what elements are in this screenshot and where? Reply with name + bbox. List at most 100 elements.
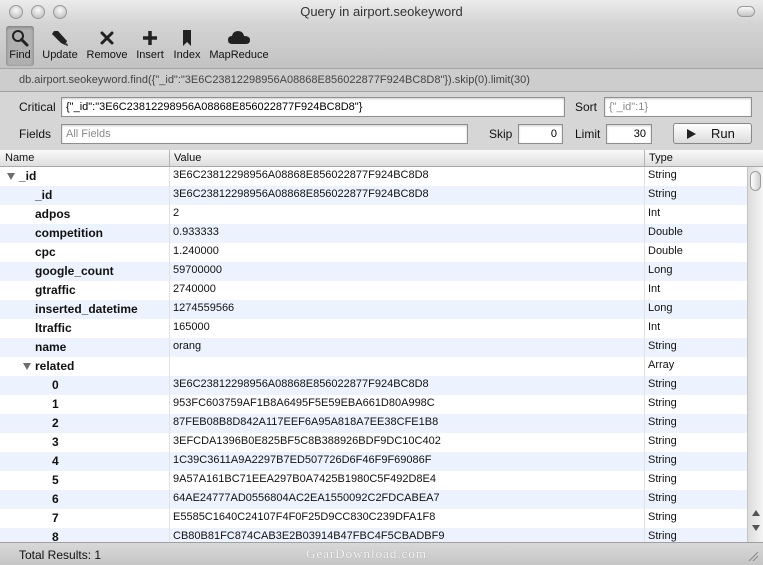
remove-label: Remove	[86, 49, 128, 61]
cell-divider	[644, 186, 645, 205]
minimize-window-button[interactable]	[31, 5, 45, 19]
mapreduce-button[interactable]: MapReduce	[208, 26, 270, 66]
row-name: _id	[19, 169, 37, 183]
remove-button[interactable]: Remove	[86, 26, 128, 66]
row-type: Array	[648, 359, 675, 371]
table-row[interactable]: 8 CB80B81FC874CAB3E2B03914B47FBC4F5CBADBF…	[0, 528, 747, 542]
scroll-down-arrow-icon[interactable]	[752, 525, 760, 531]
table-row[interactable]: 5 9A57A161BC71EEA297B0A7425B1980C5F492D8E…	[0, 471, 747, 490]
limit-input[interactable]	[606, 124, 652, 144]
row-name: 2	[52, 416, 59, 430]
row-name: 0	[52, 378, 59, 392]
table-row[interactable]: 1 953FC603759AF1B8A6495F5E59EBA661D80A998…	[0, 395, 747, 414]
row-type: String	[648, 397, 677, 409]
disclosure-triangle-icon[interactable]	[23, 363, 31, 370]
type-column-header[interactable]: Type	[649, 150, 673, 166]
close-window-button[interactable]	[9, 5, 23, 19]
row-type: String	[648, 188, 677, 200]
row-name: ltraffic	[35, 321, 72, 335]
mapreduce-label: MapReduce	[209, 49, 269, 61]
cell-divider	[169, 224, 170, 243]
table-row[interactable]: adpos 2 Int	[0, 205, 747, 224]
table-row[interactable]: 6 64AE24777AD0556804AC2EA1550092C2FDCABEA…	[0, 490, 747, 509]
cell-divider	[169, 414, 170, 433]
row-name: _id	[35, 188, 53, 202]
cell-divider	[169, 281, 170, 300]
critical-input[interactable]	[61, 97, 565, 117]
cell-divider	[644, 243, 645, 262]
table-row[interactable]: 0 3E6C23812298956A08868E856022877F924BC8D…	[0, 376, 747, 395]
toolbar-toggle-button[interactable]	[737, 6, 755, 17]
table-row[interactable]: related Array	[0, 357, 747, 376]
table-row[interactable]: google_count 59700000 Long	[0, 262, 747, 281]
row-type: Int	[648, 283, 661, 295]
critical-label: Critical	[19, 100, 56, 114]
column-divider[interactable]	[169, 150, 170, 166]
total-results: Total Results: 1	[19, 548, 102, 562]
cell-divider	[169, 243, 170, 262]
row-type: String	[648, 473, 677, 485]
sort-input[interactable]	[604, 97, 752, 117]
row-name: 6	[52, 492, 59, 506]
cloud-icon	[228, 31, 250, 44]
table-header: Name Value Type	[0, 150, 763, 167]
disclosure-triangle-icon[interactable]	[7, 173, 15, 180]
cell-divider	[644, 395, 645, 414]
query-string-display: db.airport.seokeyword.find({"_id":"3E6C2…	[0, 68, 763, 92]
index-button[interactable]: Index	[171, 26, 203, 66]
row-value: 1C39C3611A9A2297B7ED507726D6F46F9F69086F	[173, 454, 432, 466]
resize-grip-icon[interactable]	[747, 550, 759, 562]
vertical-scrollbar[interactable]	[747, 167, 763, 542]
row-name: inserted_datetime	[35, 302, 138, 316]
table-row[interactable]: _id 3E6C23812298956A08868E856022877F924BC…	[0, 167, 747, 186]
update-label: Update	[42, 49, 78, 61]
table-row[interactable]: 4 1C39C3611A9A2297B7ED507726D6F46F9F69086…	[0, 452, 747, 471]
skip-input[interactable]	[518, 124, 563, 144]
cell-divider	[644, 281, 645, 300]
results-table: Name Value Type _id 3E6C23812298956A08868…	[0, 150, 763, 542]
column-divider[interactable]	[644, 150, 645, 166]
table-row[interactable]: name orang String	[0, 338, 747, 357]
cell-divider	[644, 471, 645, 490]
value-column-header[interactable]: Value	[174, 150, 201, 166]
insert-label: Insert	[136, 49, 164, 61]
row-value: 2	[173, 207, 180, 219]
update-button[interactable]: Update	[40, 26, 80, 66]
table-row[interactable]: 2 87FEB08B8D842A117EEF6A95A818A7EE38CFE1B…	[0, 414, 747, 433]
run-label: Run	[711, 126, 735, 141]
cell-divider	[169, 528, 170, 542]
fields-input[interactable]	[61, 124, 468, 144]
row-name: 4	[52, 454, 59, 468]
name-column-header[interactable]: Name	[5, 150, 34, 166]
table-row[interactable]: 7 E5585C1640C24107F4F0F25D9CC830C239DFA1F…	[0, 509, 747, 528]
zoom-window-button[interactable]	[53, 5, 67, 19]
scrollbar-thumb[interactable]	[750, 171, 761, 191]
run-button[interactable]: Run	[673, 123, 752, 144]
table-row[interactable]: 3 3EFCDA1396B0E825BF5C8B388926BDF9DC10C40…	[0, 433, 747, 452]
find-label: Find	[9, 49, 31, 61]
table-row[interactable]: inserted_datetime 1274559566 Long	[0, 300, 747, 319]
watermark: GearDownload.com	[306, 546, 428, 561]
insert-button[interactable]: Insert	[133, 26, 167, 66]
status-bar: Total Results: 1 GearDownload.com	[0, 542, 763, 565]
cell-divider	[169, 300, 170, 319]
row-value: 87FEB08B8D842A117EEF6A95A818A7EE38CFE1B8	[173, 416, 439, 428]
limit-label: Limit	[575, 127, 601, 141]
table-row[interactable]: _id 3E6C23812298956A08868E856022877F924BC…	[0, 186, 747, 205]
cell-divider	[644, 357, 645, 376]
row-type: String	[648, 378, 677, 390]
table-body: _id 3E6C23812298956A08868E856022877F924BC…	[0, 167, 747, 542]
find-button[interactable]: Find	[6, 26, 34, 66]
table-row[interactable]: gtraffic 2740000 Int	[0, 281, 747, 300]
cell-divider	[644, 224, 645, 243]
scroll-up-arrow-icon[interactable]	[752, 510, 760, 516]
table-row[interactable]: cpc 1.240000 Double	[0, 243, 747, 262]
row-type: String	[648, 492, 677, 504]
table-row[interactable]: ltraffic 165000 Int	[0, 319, 747, 338]
cell-divider	[169, 452, 170, 471]
row-value: 3E6C23812298956A08868E856022877F924BC8D8	[173, 188, 429, 200]
table-row[interactable]: competition 0.933333 Double	[0, 224, 747, 243]
row-value: 1274559566	[173, 302, 235, 314]
row-name: google_count	[35, 264, 114, 278]
row-type: String	[648, 435, 677, 447]
